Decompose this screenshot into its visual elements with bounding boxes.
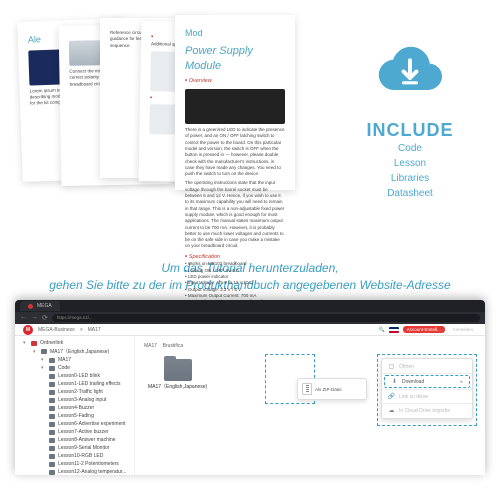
doc-subtitle: Power Supply Module [185, 44, 285, 75]
include-item: Libraries [345, 171, 475, 186]
folder-item[interactable]: MA17（English,Japanese) [144, 355, 211, 394]
tree-item[interactable]: Lesson3-Analog input [15, 396, 134, 404]
titlebar: MEGA [15, 300, 485, 312]
menu-import[interactable]: ☁ In Cloud-Drive importie [382, 405, 472, 416]
doc-body2: The operating instructions state that th… [185, 180, 285, 249]
include-item: Code [345, 141, 475, 156]
open-icon: ▢ [388, 363, 395, 370]
menu-open[interactable]: ▢ Öffnen [382, 361, 472, 372]
tree-item[interactable]: Lesson8-Answer machine [15, 436, 134, 444]
folder-icon [164, 359, 192, 381]
mega-logo-icon[interactable]: M [23, 325, 33, 335]
mega-header: M MEGA-Business > MA17 🔍 Account-Erstell… [15, 324, 485, 336]
tree-item[interactable]: Lesson1-LED trailing effects [15, 380, 134, 388]
tree-item[interactable]: Lesson0-LED blink [15, 372, 134, 380]
menu-link[interactable]: 🔗 Link zu diese [382, 391, 472, 402]
tree-item[interactable]: Lesson2-Traffic light [15, 388, 134, 396]
tree-item[interactable]: ▾MA17 [15, 356, 134, 364]
tree-item[interactable]: Lesson5-Fading [15, 412, 134, 420]
forward-icon[interactable]: → [31, 314, 38, 322]
tree-item[interactable]: Lesson7-Active buzzer [15, 428, 134, 436]
tree-item[interactable]: Lesson6-Advertise experiment [15, 420, 134, 428]
tree-item[interactable]: Lesson12-Analog temperatur... [15, 468, 134, 475]
link-icon: 🔗 [388, 393, 395, 400]
flag-icon[interactable] [389, 327, 399, 333]
include-panel: INCLUDE Code Lesson Libraries Datasheet [345, 30, 475, 201]
search-icon[interactable]: 🔍 [378, 327, 384, 333]
context-menu: ▢ Öffnen ⬇ Download ▸ 🔗 Link zu diese ☁ [381, 358, 473, 419]
zip-popup: Als ZIP-Datei [297, 378, 367, 400]
include-title: INCLUDE [345, 120, 475, 141]
mega-favicon [28, 304, 33, 309]
tree-root[interactable]: ▾ Ordnerlink [15, 339, 134, 347]
signin-button[interactable]: Anmelden [449, 326, 477, 333]
tree-item[interactable]: Lesson9-Serial Monitor [15, 444, 134, 452]
include-item: Lesson [345, 156, 475, 171]
tree-item[interactable]: Lesson11-2 Potentiometers [15, 460, 134, 468]
cloud-icon: ☁ [388, 407, 395, 414]
tree-item[interactable]: ▾Code [15, 364, 134, 372]
download-cloud-icon [370, 30, 450, 110]
tree-item[interactable]: Lesson4-Buzzer [15, 404, 134, 412]
browser-tab[interactable]: MEGA [20, 301, 60, 311]
documents-preview: Ale Lorem ipsum text placeholder content… [0, 0, 500, 260]
menu-download[interactable]: ⬇ Download ▸ [384, 375, 470, 388]
folder-tree: ▾ Ordnerlink ▾MA17（English,Japanese) ▾MA… [15, 336, 135, 475]
back-icon[interactable]: ← [20, 314, 27, 322]
url-bar: ← → ⟳ https://mega.nz/... [15, 312, 485, 324]
file-pane: MA17 Brustifica MA17（English,Japanese) A… [135, 336, 485, 475]
zip-file-icon [302, 383, 312, 395]
reload-icon[interactable]: ⟳ [42, 314, 48, 322]
tree-item[interactable]: ▾MA17（English,Japanese) [15, 347, 134, 356]
breadcrumb-root[interactable]: MEGA-Business [38, 327, 75, 333]
doc-body1: There is a green/red LED to indicate the… [185, 127, 285, 177]
doc-page-front: Mod Power Supply Module • Overview There… [175, 15, 295, 190]
browser-window: MEGA ← → ⟳ https://mega.nz/... M MEGA-Bu… [15, 300, 485, 475]
breadcrumb-leaf[interactable]: MA17 [88, 327, 101, 333]
tree-item[interactable]: Lesson10-RGB LED [15, 452, 134, 460]
url-field[interactable]: https://mega.nz/... [52, 314, 480, 322]
download-icon: ⬇ [391, 378, 398, 385]
create-account-button[interactable]: Account-Erstell... [403, 326, 445, 333]
include-item: Datasheet [345, 186, 475, 201]
